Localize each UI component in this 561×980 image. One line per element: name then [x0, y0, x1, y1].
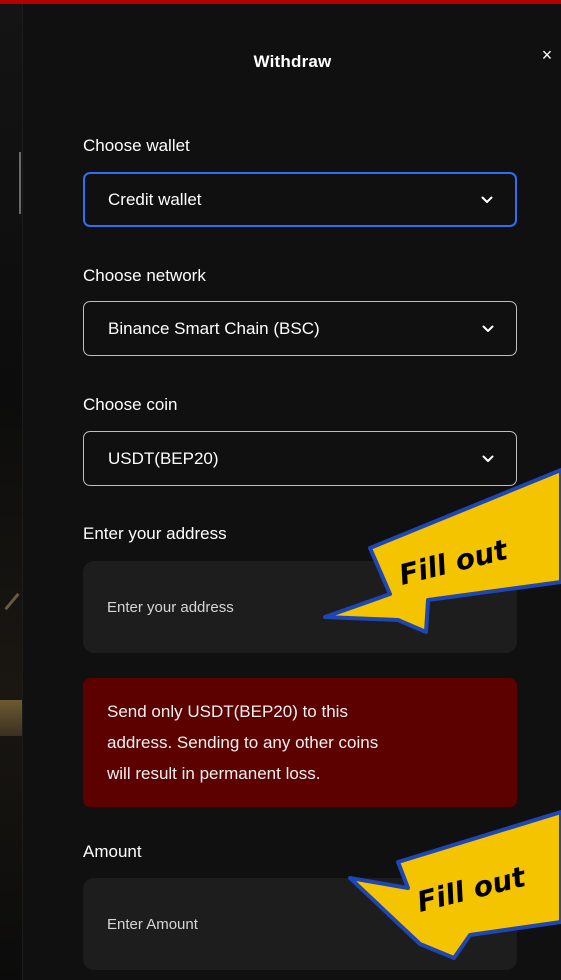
amount-callout-bubble: Fill out	[348, 810, 561, 960]
amount-callout: Fill out	[348, 810, 561, 960]
